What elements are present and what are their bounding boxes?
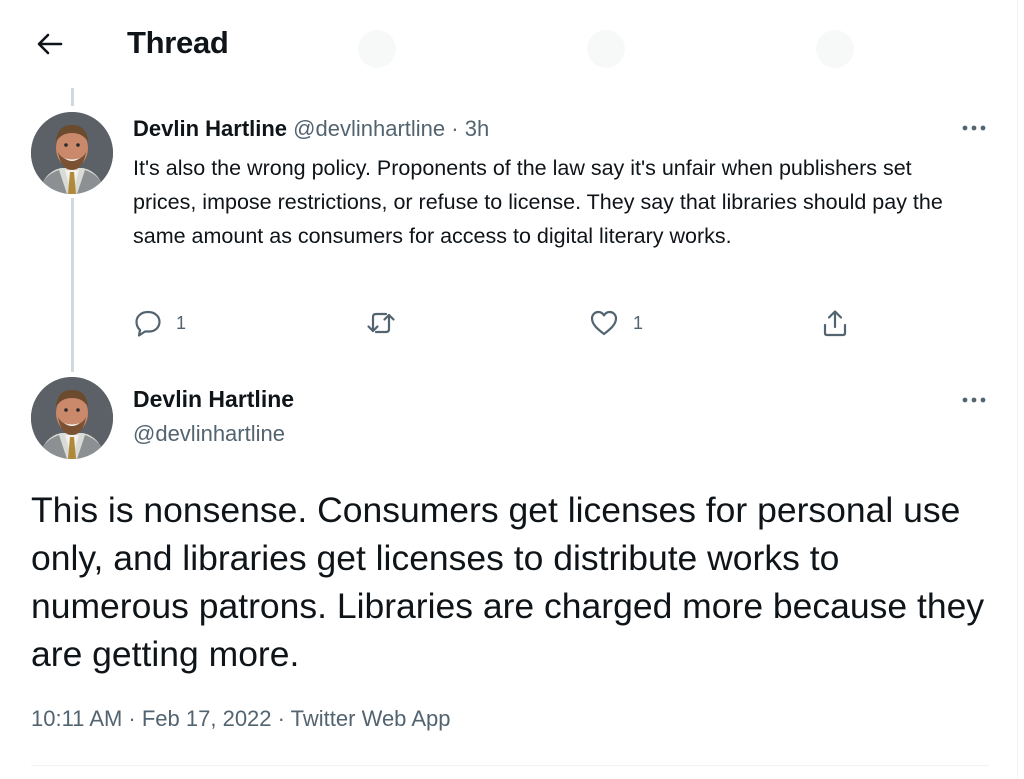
tweet-time[interactable]: 3h bbox=[465, 116, 489, 141]
tweet-timestamp[interactable]: 10:11 AM · Feb 17, 2022 · Twitter Web Ap… bbox=[31, 706, 450, 732]
reply-button[interactable]: 1 bbox=[134, 306, 186, 340]
back-button[interactable] bbox=[30, 24, 70, 64]
more-options-button[interactable] bbox=[956, 388, 992, 412]
avatar-photo bbox=[31, 377, 113, 459]
more-options-button[interactable] bbox=[956, 116, 992, 140]
column-border bbox=[1017, 0, 1018, 779]
ghost-artifact bbox=[816, 30, 854, 68]
page-title: Thread bbox=[127, 25, 229, 60]
avatar-photo bbox=[31, 112, 113, 194]
header: Thread bbox=[0, 0, 1024, 86]
tweet-text: This is nonsense. Consumers get licenses… bbox=[31, 490, 985, 674]
author-name[interactable]: Devlin Hartline bbox=[133, 386, 294, 413]
arrow-left-icon bbox=[37, 33, 63, 55]
ghost-artifact bbox=[587, 30, 625, 68]
like-count: 1 bbox=[633, 312, 644, 333]
ghost-artifact bbox=[358, 30, 396, 68]
share-icon bbox=[823, 310, 847, 337]
share-button[interactable] bbox=[820, 306, 850, 340]
avatar[interactable] bbox=[31, 377, 113, 459]
tweet-text: It's also the wrong policy. Proponents o… bbox=[133, 156, 943, 248]
divider bbox=[31, 765, 989, 766]
reply-icon bbox=[135, 310, 161, 337]
retweet-icon bbox=[367, 312, 395, 334]
like-button[interactable]: 1 bbox=[589, 306, 643, 340]
author-handle[interactable]: @devlinhartline bbox=[293, 116, 445, 141]
thread-connector bbox=[71, 88, 74, 106]
separator-dot: · bbox=[451, 116, 459, 141]
thread-page: Thread Devlin Hartline @devlinhartline ·… bbox=[0, 0, 1024, 779]
thread-connector bbox=[71, 198, 74, 372]
author-name[interactable]: Devlin Hartline bbox=[133, 116, 287, 141]
heart-icon bbox=[590, 310, 618, 336]
retweet-button[interactable] bbox=[366, 306, 410, 340]
more-horizontal-icon bbox=[962, 125, 986, 131]
author-handle[interactable]: @devlinhartline bbox=[133, 421, 285, 447]
more-horizontal-icon bbox=[962, 397, 986, 403]
parent-tweet-header: Devlin Hartline @devlinhartline · 3h bbox=[133, 116, 489, 142]
reply-count: 1 bbox=[176, 312, 187, 333]
avatar[interactable] bbox=[31, 112, 113, 194]
